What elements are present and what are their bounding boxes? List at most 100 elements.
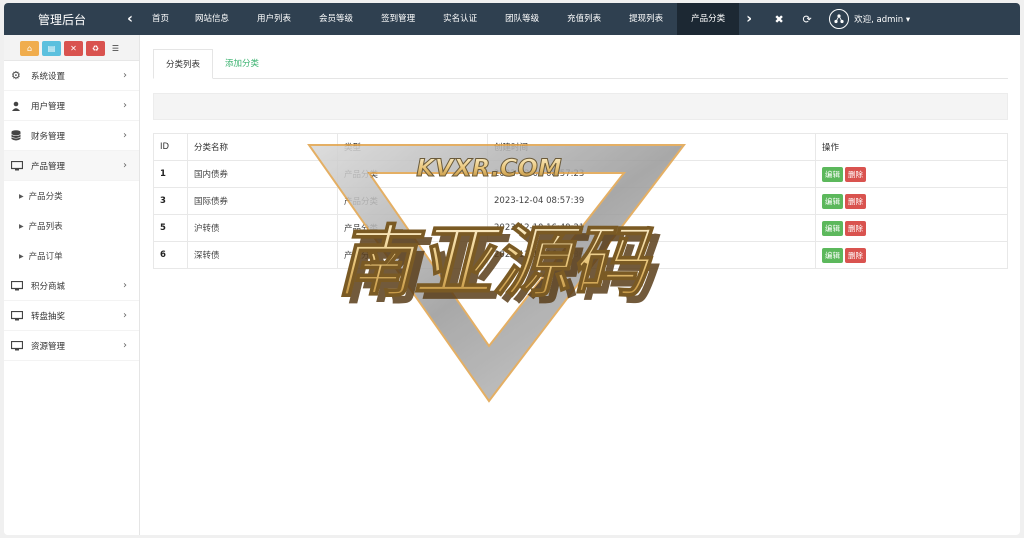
sidebar-subitem-label: 产品列表 [28,222,63,232]
sidebar-item-label: 用户管理 [31,101,66,112]
sidebar-item-label: 财务管理 [31,131,66,142]
content-tabs: 分类列表 添加分类 [153,49,1008,79]
sidebar-subitem-label: 产品订单 [28,252,63,262]
sidebar-item-menu-1[interactable]: 用户管理 › [4,91,139,121]
sidebar-item-label: 系统设置 [31,71,66,82]
refresh-icon[interactable]: ⟳ [793,13,821,26]
sidebar-subitem-2[interactable]: ▶ 产品订单 [4,241,139,271]
cell-name: 沪转债 [187,214,338,242]
delete-button[interactable]: 删除 [845,166,866,182]
table-row: 1 国内债券 产品分类 2023-12-04 08:57:23 编辑 删除 [153,160,1008,188]
monitor-icon [11,310,27,321]
sidebar-item-menu-0[interactable]: ⚙ 系统设置 › [4,61,139,91]
cell-type: 产品分类 [337,214,488,242]
sidebar-subitem-0[interactable]: ▶ 产品分类 [4,181,139,211]
monitor-icon [11,160,27,171]
table-row: 3 国际债券 产品分类 2023-12-04 08:57:39 编辑 删除 [153,187,1008,215]
sidebar-item-menu-3[interactable]: 产品管理 › [4,151,139,181]
sidebar-subitem-label: 产品分类 [28,192,63,202]
sidebar-item-label: 产品管理 [31,161,66,172]
cell-created: 2023-12-10 16:49:21 [487,214,816,242]
cogs-icon: ⚙ [11,69,21,82]
category-table: ID 分类名称 类型 创建时间 操作 1 国内债券 产品分类 2023-12-04 0… [153,133,1008,269]
chevron-right-icon: › [123,130,127,141]
user-menu[interactable]: 欢迎, admin ▾ [829,9,910,29]
sidebar-item-label: 积分商城 [31,281,66,292]
chevron-right-icon: › [123,160,127,171]
caret-right-icon: ▶ [19,252,24,260]
sidebar-item-menu_after-0[interactable]: 积分商城 › [4,271,139,301]
chevron-right-icon: › [123,310,127,321]
app-window: 管理后台 ‹ 首页 网站信息 用户列表 会员等级 签到管理 实名认证 团队等级 充值列表 提现列… [4,3,1020,535]
cell-actions: 编辑 删除 [815,241,1008,269]
edit-button[interactable]: 编辑 [822,247,843,263]
filter-bar [153,93,1008,120]
database-icon [11,130,27,141]
caret-right-icon: ▶ [19,192,24,200]
col-id: ID [153,133,188,161]
document-icon[interactable]: ▤ [42,41,61,56]
delete-button[interactable]: 删除 [845,193,866,209]
sidebar-item-menu-2[interactable]: 财务管理 › [4,121,139,151]
top-tab-5[interactable]: 实名认证 [429,3,491,35]
top-tabs: 首页 网站信息 用户列表 会员等级 签到管理 实名认证 团队等级 充值列表 提现列表 产品分类 [140,3,740,35]
col-name: 分类名称 [187,133,338,161]
top-bar: 管理后台 ‹ 首页 网站信息 用户列表 会员等级 签到管理 实名认证 团队等级 充值列表 提现列… [4,3,1020,35]
sidebar-item-label: 转盘抽奖 [31,311,66,322]
avatar-icon [829,9,850,29]
col-created: 创建时间 [487,133,816,161]
cell-id: 5 [153,214,188,242]
table-row: 6 深转债 产品分类 2023-12-10 16:49:36 编辑 删除 [153,241,1008,269]
app-title: 管理后台 [37,12,86,27]
home-icon[interactable]: ⌂ [20,41,39,56]
recycle-icon[interactable]: ♻ [86,41,105,56]
trash-icon[interactable]: ✕ [64,41,83,56]
top-tab-4[interactable]: 签到管理 [367,3,429,35]
edit-button[interactable]: 编辑 [822,220,843,236]
edit-button[interactable]: 编辑 [822,166,843,182]
top-tab-8[interactable]: 提现列表 [615,3,677,35]
sidebar-item-label: 资源管理 [31,341,66,352]
caret-right-icon: ▶ [19,222,24,230]
main-content: 分类列表 添加分类 ID 分类名称 类型 创建时间 操作 1 国内债券 产品分类 20… [153,49,1008,269]
tab-category-list[interactable]: 分类列表 [153,49,214,79]
user-icon [11,101,27,111]
top-tab-2[interactable]: 用户列表 [243,3,305,35]
delete-button[interactable]: 删除 [845,247,866,263]
tabs-prev-icon[interactable]: ‹ [120,11,140,27]
cell-actions: 编辑 删除 [815,187,1008,215]
tab-add-category[interactable]: 添加分类 [213,49,271,78]
cell-id: 1 [153,160,188,188]
chevron-right-icon: › [123,100,127,111]
cell-created: 2023-12-04 08:57:39 [487,187,816,215]
table-header-row: ID 分类名称 类型 创建时间 操作 [153,133,1008,161]
top-tab-3[interactable]: 会员等级 [305,3,367,35]
top-tab-7[interactable]: 充值列表 [553,3,615,35]
tabs-next-icon[interactable]: › [739,11,759,27]
top-tab-0[interactable]: 首页 [140,3,181,35]
cell-actions: 编辑 删除 [815,214,1008,242]
sidebar-item-menu_after-1[interactable]: 转盘抽奖 › [4,301,139,331]
sidebar-item-menu_after-2[interactable]: 资源管理 › [4,331,139,361]
col-type: 类型 [337,133,488,161]
top-tab-1[interactable]: 网站信息 [181,3,243,35]
cell-type: 产品分类 [337,187,488,215]
cell-type: 产品分类 [337,241,488,269]
chevron-right-icon: › [123,340,127,351]
top-tab-6[interactable]: 团队等级 [491,3,553,35]
monitor-icon [11,280,27,291]
sidebar-subitem-1[interactable]: ▶ 产品列表 [4,211,139,241]
table-row: 5 沪转债 产品分类 2023-12-10 16:49:21 编辑 删除 [153,214,1008,242]
list-icon[interactable]: ☰ [108,41,123,56]
user-label: 欢迎, admin ▾ [854,15,911,25]
cell-type: 产品分类 [337,160,488,188]
cell-name: 国内债券 [187,160,338,188]
cell-actions: 编辑 删除 [815,160,1008,188]
cell-id: 3 [153,187,188,215]
top-tab-9[interactable]: 产品分类 [677,3,740,35]
close-tabs-icon[interactable]: ✖ [765,13,793,26]
edit-button[interactable]: 编辑 [822,193,843,209]
delete-button[interactable]: 删除 [845,220,866,236]
top-actions: ✖ ⟳ [765,13,821,26]
sidebar: ⌂ ▤ ✕ ♻ ☰ ⚙ 系统设置 › 用户管理 › 财务管理 › 产品管理 › ▶ 产品分类 ▶ 产品列… [4,35,140,535]
